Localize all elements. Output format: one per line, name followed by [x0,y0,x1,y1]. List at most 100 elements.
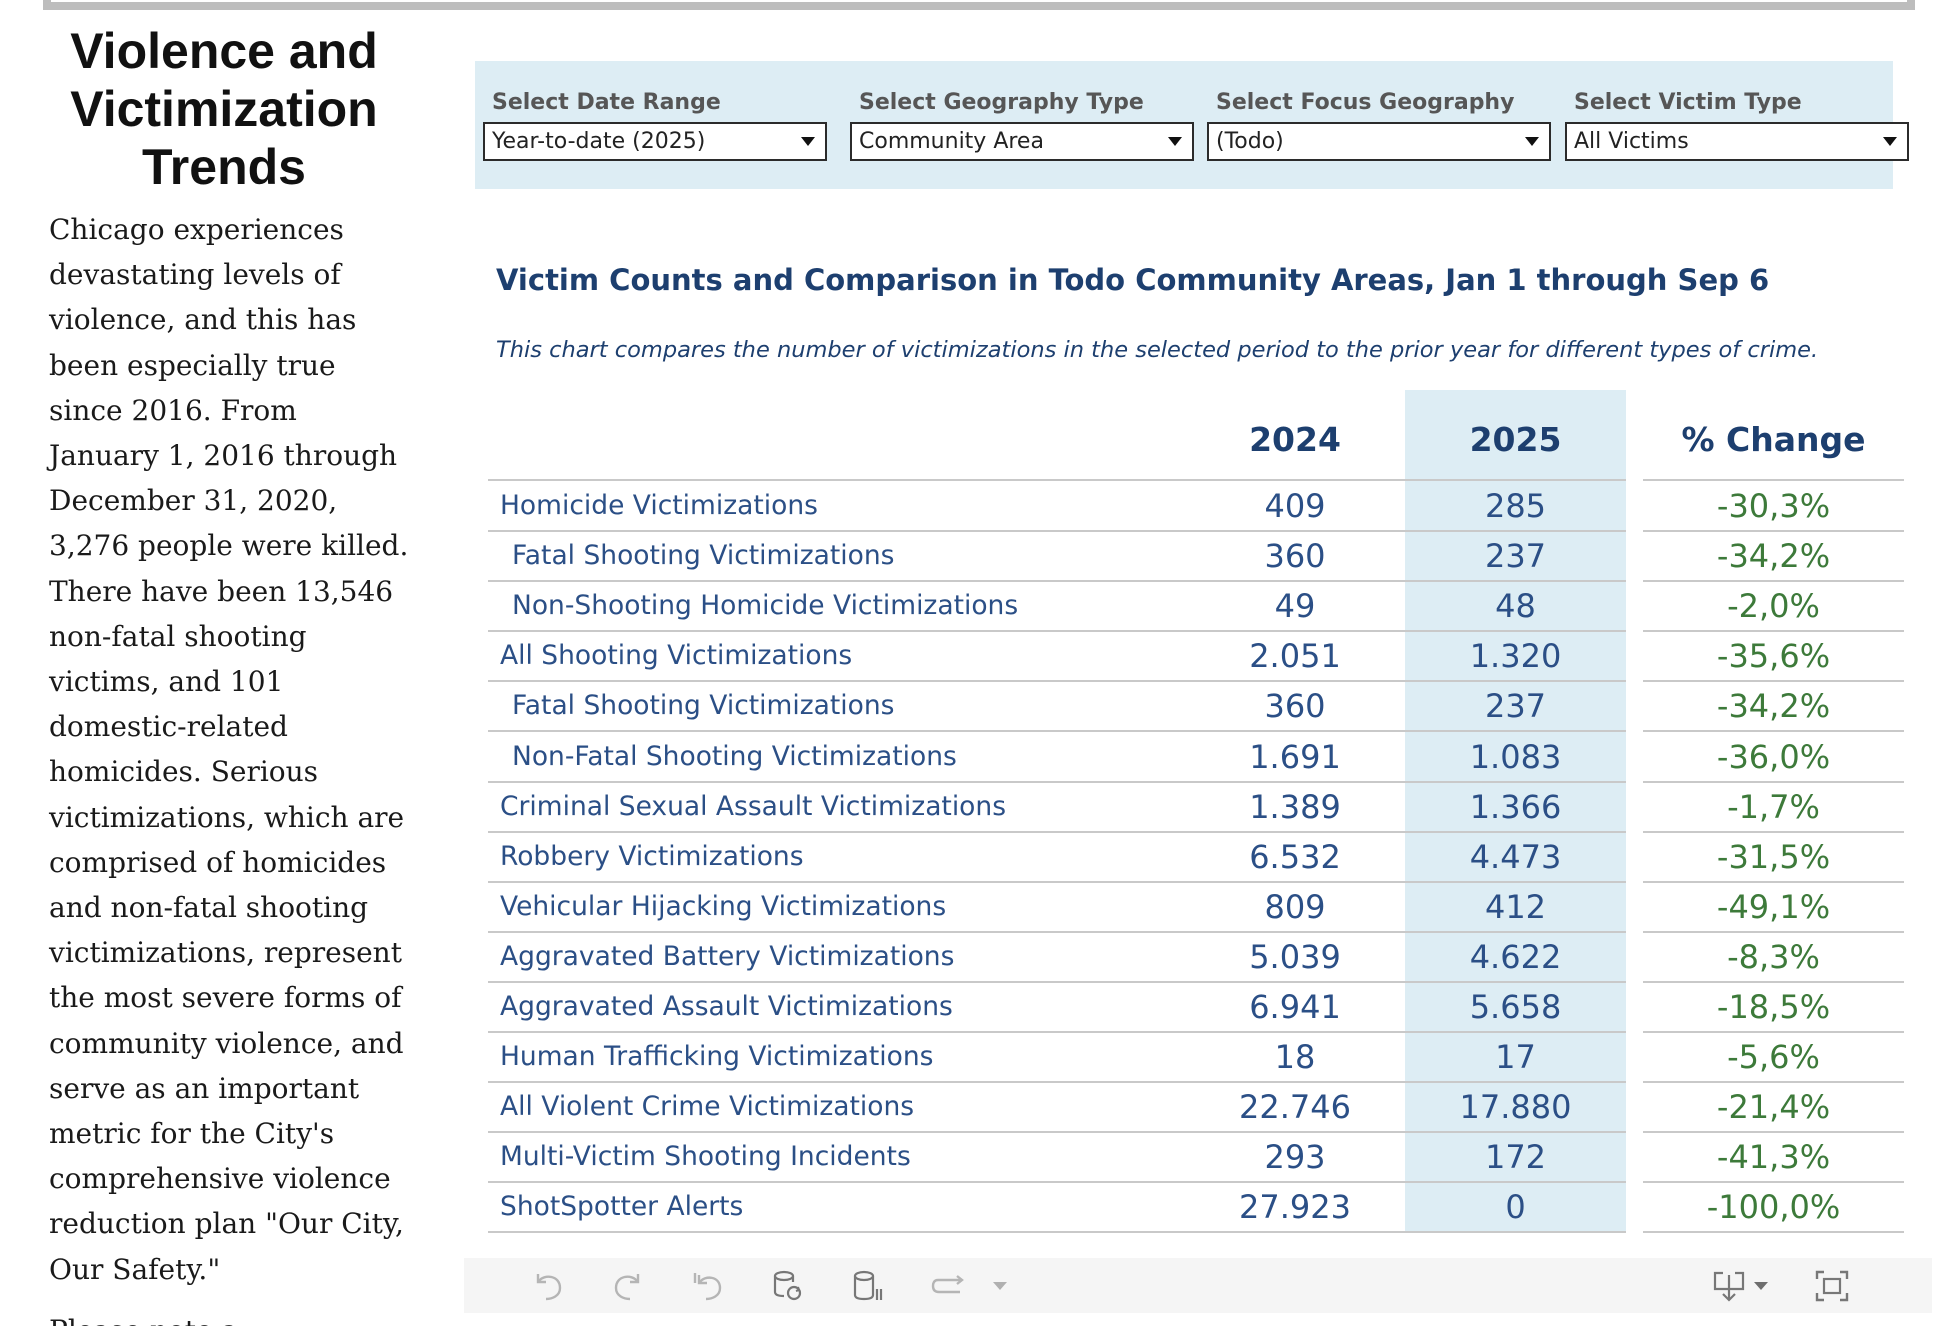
download-icon[interactable] [1709,1269,1749,1303]
table-cell-2025: 285 [1484,487,1547,525]
table-title: Victim Counts and Comparison in Todo Com… [496,263,1770,297]
table-cell-change: -21,4% [1716,1088,1831,1127]
date-range-filter: Select Date Range Year-to-date (2025) [483,88,827,161]
dropdown-value: Year-to-date (2025) [492,129,706,154]
table-cell-2025: 5.658 [1469,988,1562,1026]
table-cell-2025: 48 [1495,587,1536,626]
filter-label: Select Focus Geography [1216,90,1515,115]
column-header-2025: 2025 [1469,420,1562,459]
victim-type-dropdown[interactable]: All Victims [1565,122,1909,161]
victim-type-filter: Select Victim Type All Victims [1565,88,1909,161]
table-row-label[interactable]: Fatal Shooting Victimizations [512,531,894,581]
viz-toolbar [464,1258,1932,1313]
undo-icon[interactable] [528,1269,568,1303]
table-cell-2024: 360 [1264,537,1326,576]
table-row-label[interactable]: Non-Shooting Homicide Victimizations [512,581,1018,631]
table-cell-2025: 1.083 [1469,737,1562,776]
table-cell-change: -100,0% [1706,1188,1841,1227]
table-cell-change: -41,3% [1716,1138,1831,1177]
table-cell-2024: 809 [1264,887,1326,926]
dropdown-value: All Victims [1574,129,1689,154]
page-title-line: Violence and [70,23,378,79]
table-cell-2024: 1.389 [1249,787,1341,826]
table-row-divider [1643,1231,1904,1234]
table-cell-2024: 6.941 [1249,988,1341,1026]
table-cell-change: -30,3% [1716,487,1831,525]
page-title-line: Victimization [70,81,378,137]
table-cell-change: -5,6% [1727,1038,1820,1077]
table-row-label[interactable]: Aggravated Assault Victimizations [500,982,953,1032]
table-row-label[interactable]: Multi-Victim Shooting Incidents [500,1132,911,1182]
table-row-label[interactable]: Criminal Sexual Assault Victimizations [500,782,1006,832]
table-cell-2024: 1.691 [1249,737,1341,776]
table-cell-2024: 360 [1264,687,1326,726]
share-dropdown-caret-icon[interactable] [993,1282,1007,1290]
redo-icon[interactable] [608,1269,648,1303]
table-cell-2024: 49 [1274,587,1316,626]
table-cell-2025: 1.320 [1469,637,1562,676]
table-cell-2025: 4.473 [1469,837,1562,876]
table-row-label[interactable]: Homicide Victimizations [500,481,818,531]
table-cell-2024: 293 [1264,1138,1326,1177]
embed-frame [43,0,1915,10]
dropdown-value: (Todo) [1216,129,1284,154]
table-row-label[interactable]: Human Trafficking Victimizations [500,1032,934,1082]
table-cell-change: -31,5% [1716,837,1831,876]
page-title: Violence and Victimization Trends [40,22,408,196]
table-row-label[interactable]: Non-Fatal Shooting Victimizations [512,732,957,782]
table-cell-2025: 17 [1495,1038,1536,1077]
table-cell-change: -34,2% [1716,687,1831,726]
date-range-dropdown[interactable]: Year-to-date (2025) [483,122,827,161]
table-cell-2025: 237 [1484,537,1547,576]
table-cell-2025: 0 [1505,1188,1526,1227]
pause-updates-icon[interactable] [848,1269,888,1303]
table-cell-change: -34,2% [1716,537,1831,576]
table-cell-change: -8,3% [1727,937,1820,976]
filter-label: Select Date Range [492,90,721,115]
table-row-label[interactable]: Aggravated Battery Victimizations [500,932,954,982]
table-cell-change: -2,0% [1727,587,1820,626]
table-cell-2025: 1.366 [1469,787,1562,826]
narrative-continuation: Please note a [49,1308,409,1326]
table-cell-change: -18,5% [1716,988,1831,1026]
filter-label: Select Victim Type [1574,90,1802,115]
geography-type-dropdown[interactable]: Community Area [850,122,1194,161]
table-row-label[interactable]: All Violent Crime Victimizations [500,1082,914,1132]
table-cell-change: -1,7% [1727,787,1820,826]
focus-geography-filter: Select Focus Geography (Todo) [1207,88,1551,161]
table-cell-2025: 412 [1484,887,1547,926]
revert-icon[interactable] [688,1269,728,1303]
table-cell-2024: 27.923 [1239,1188,1351,1227]
table-row-label[interactable]: All Shooting Victimizations [500,631,852,681]
dropdown-value: Community Area [859,129,1044,154]
table-cell-2025: 4.622 [1469,937,1562,976]
table-cell-change: -35,6% [1716,637,1831,676]
table-cell-2024: 2.051 [1249,637,1341,676]
table-cell-2024: 409 [1264,487,1326,525]
filter-label: Select Geography Type [859,90,1144,115]
table-cell-2025: 17.880 [1459,1088,1572,1127]
dropdown-arrow-icon [1883,137,1897,146]
table-row-label[interactable]: Fatal Shooting Victimizations [512,681,894,731]
table-cell-2025: 237 [1484,687,1547,726]
share-icon[interactable] [930,1269,970,1303]
narrative-text: Chicago experiences devastating levels o… [49,213,409,1286]
geography-type-filter: Select Geography Type Community Area [850,88,1194,161]
table-cell-2024: 18 [1274,1038,1316,1077]
focus-geography-dropdown[interactable]: (Todo) [1207,122,1551,161]
column-header-2024: 2024 [1249,420,1341,459]
table-row-divider [488,1231,1626,1234]
table-cell-change: -36,0% [1716,737,1831,776]
page-title-line: Trends [142,139,306,195]
table-cell-2024: 22.746 [1239,1088,1351,1127]
table-subtitle: This chart compares the number of victim… [496,337,1819,363]
dropdown-arrow-icon [1168,137,1182,146]
table-cell-2025: 172 [1484,1138,1547,1177]
table-row-label[interactable]: ShotSpotter Alerts [500,1182,743,1232]
fullscreen-icon[interactable] [1812,1269,1852,1303]
refresh-data-icon[interactable] [768,1269,808,1303]
download-dropdown-caret-icon[interactable] [1754,1282,1768,1290]
table-row-label[interactable]: Vehicular Hijacking Victimizations [500,882,946,932]
table-row-label[interactable]: Robbery Victimizations [500,832,804,882]
dropdown-arrow-icon [801,137,815,146]
